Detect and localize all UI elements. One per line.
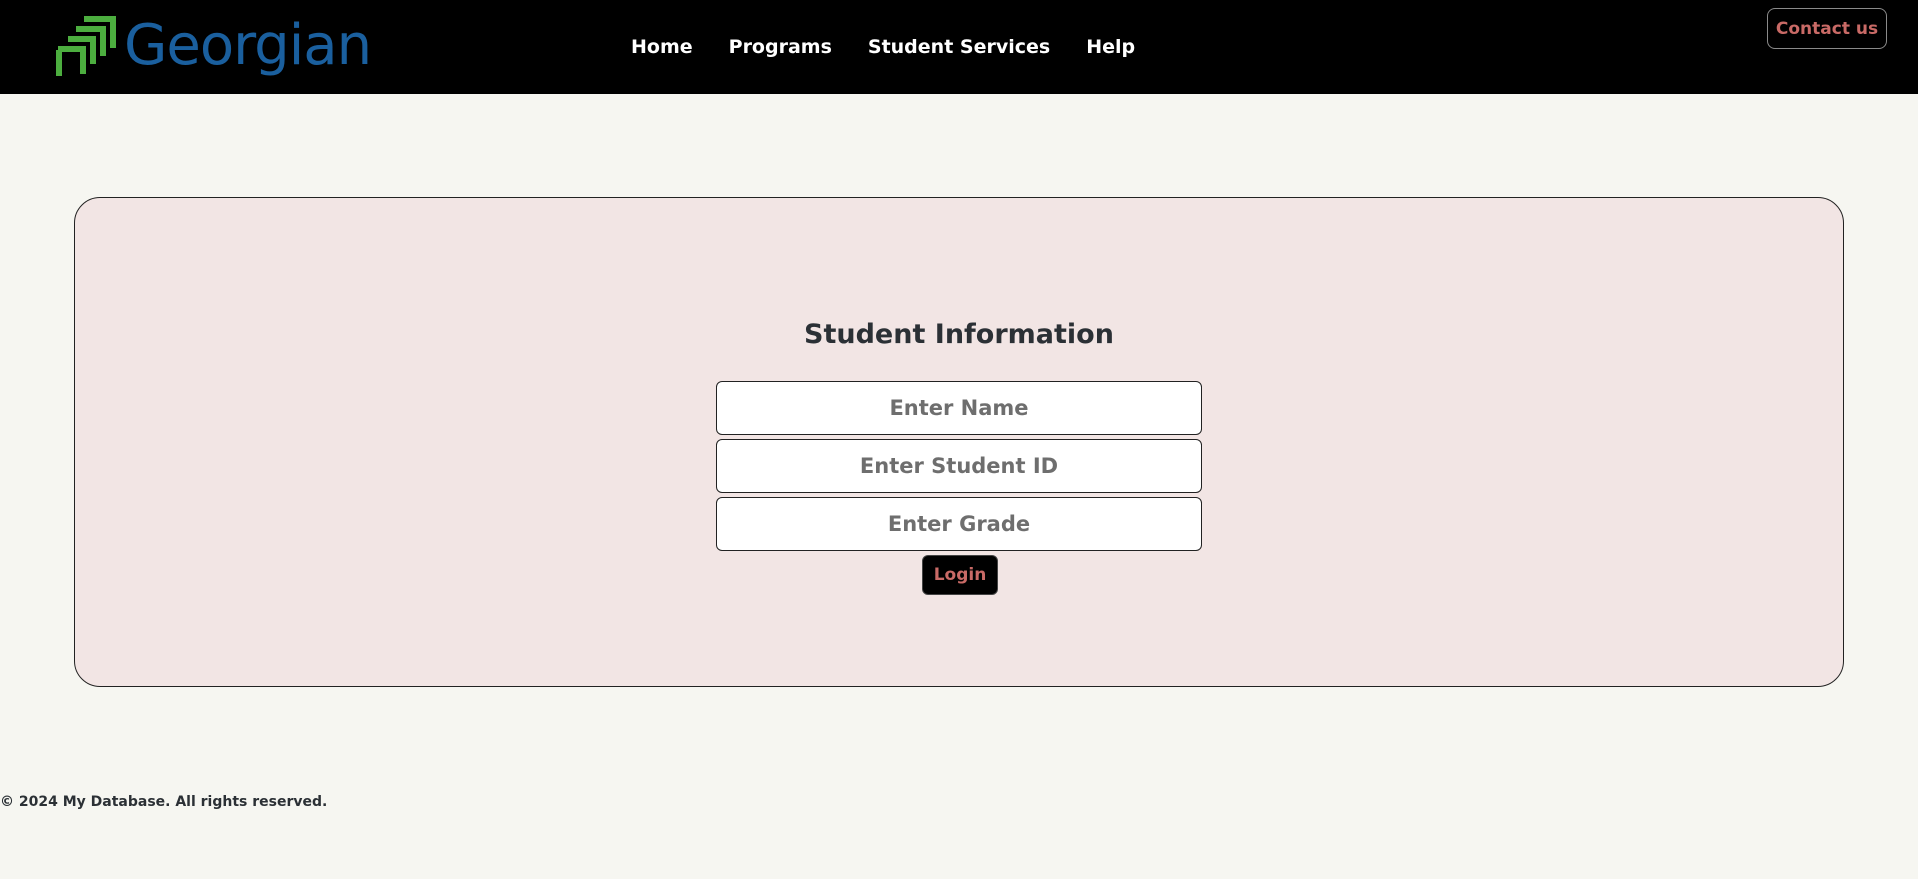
student-info-panel: Student Information Login bbox=[74, 197, 1844, 687]
nav-student-services[interactable]: Student Services bbox=[868, 36, 1050, 58]
logo-mark-icon bbox=[56, 16, 116, 76]
name-input[interactable] bbox=[716, 381, 1202, 435]
footer-copyright: © 2024 My Database. All rights reserved. bbox=[0, 794, 328, 810]
login-button[interactable]: Login bbox=[922, 555, 998, 595]
georgian-logo[interactable]: Georgian bbox=[54, 6, 372, 86]
nav-programs[interactable]: Programs bbox=[729, 36, 832, 58]
grade-input[interactable] bbox=[716, 497, 1202, 551]
nav-help[interactable]: Help bbox=[1086, 36, 1135, 58]
student-id-input[interactable] bbox=[716, 439, 1202, 493]
navbar: Georgian Home Programs Student Services … bbox=[0, 0, 1918, 94]
form-title: Student Information bbox=[804, 319, 1114, 350]
logo-text: Georgian bbox=[124, 13, 372, 78]
nav-home[interactable]: Home bbox=[631, 36, 693, 58]
contact-us-button[interactable]: Contact us bbox=[1767, 8, 1887, 49]
main-nav: Home Programs Student Services Help bbox=[631, 36, 1135, 58]
